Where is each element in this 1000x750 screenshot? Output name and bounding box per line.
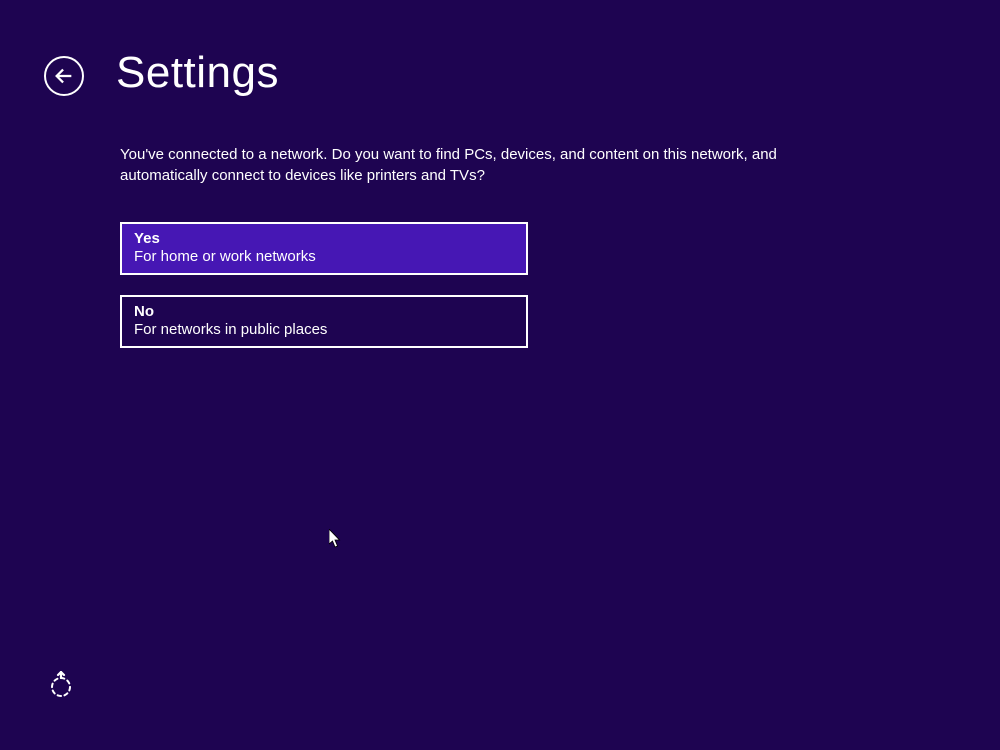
mouse-cursor-icon — [329, 529, 343, 549]
yes-option-title: Yes — [134, 230, 514, 247]
no-option-subtitle: For networks in public places — [134, 321, 514, 338]
page-title: Settings — [116, 48, 279, 98]
yes-option-subtitle: For home or work networks — [134, 248, 514, 265]
back-arrow-icon — [53, 65, 75, 87]
no-option-title: No — [134, 303, 514, 320]
ease-of-access-icon — [47, 671, 75, 699]
no-option-button[interactable]: No For networks in public places — [120, 295, 528, 348]
network-description: You've connected to a network. Do you wa… — [120, 144, 860, 186]
ease-of-access-button[interactable] — [46, 670, 76, 700]
back-button[interactable] — [44, 56, 84, 96]
yes-option-button[interactable]: Yes For home or work networks — [120, 222, 528, 275]
